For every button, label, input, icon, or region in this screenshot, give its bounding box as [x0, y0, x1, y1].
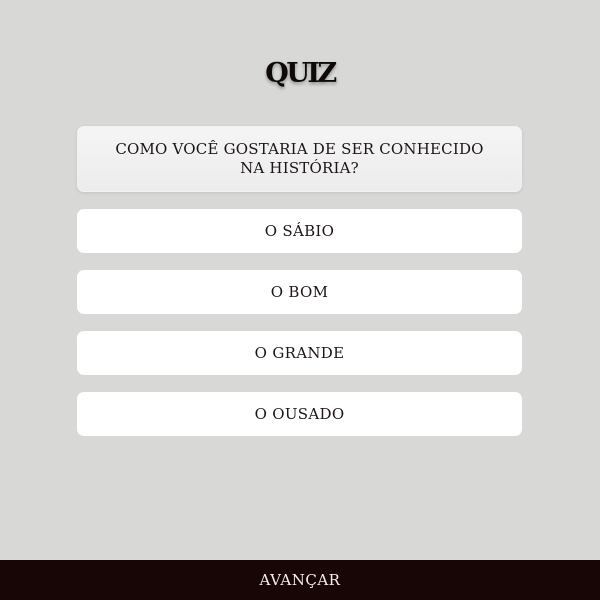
next-button-label: AVANÇAR [259, 571, 341, 589]
next-button[interactable]: AVANÇAR [0, 560, 600, 600]
option-bom[interactable]: O BOM [77, 270, 522, 314]
option-sabio[interactable]: O SÁBIO [77, 209, 522, 253]
option-grande[interactable]: O GRANDE [77, 331, 522, 375]
question-card: COMO VOCÊ GOSTARIA DE SER CONHECIDO NA H… [77, 126, 522, 192]
quiz-title: QUIZ [265, 58, 337, 89]
answer-options: O SÁBIO O BOM O GRANDE O OUSADO [77, 209, 522, 453]
question-text: COMO VOCÊ GOSTARIA DE SER CONHECIDO NA H… [115, 140, 484, 177]
option-ousado[interactable]: O OUSADO [77, 392, 522, 436]
